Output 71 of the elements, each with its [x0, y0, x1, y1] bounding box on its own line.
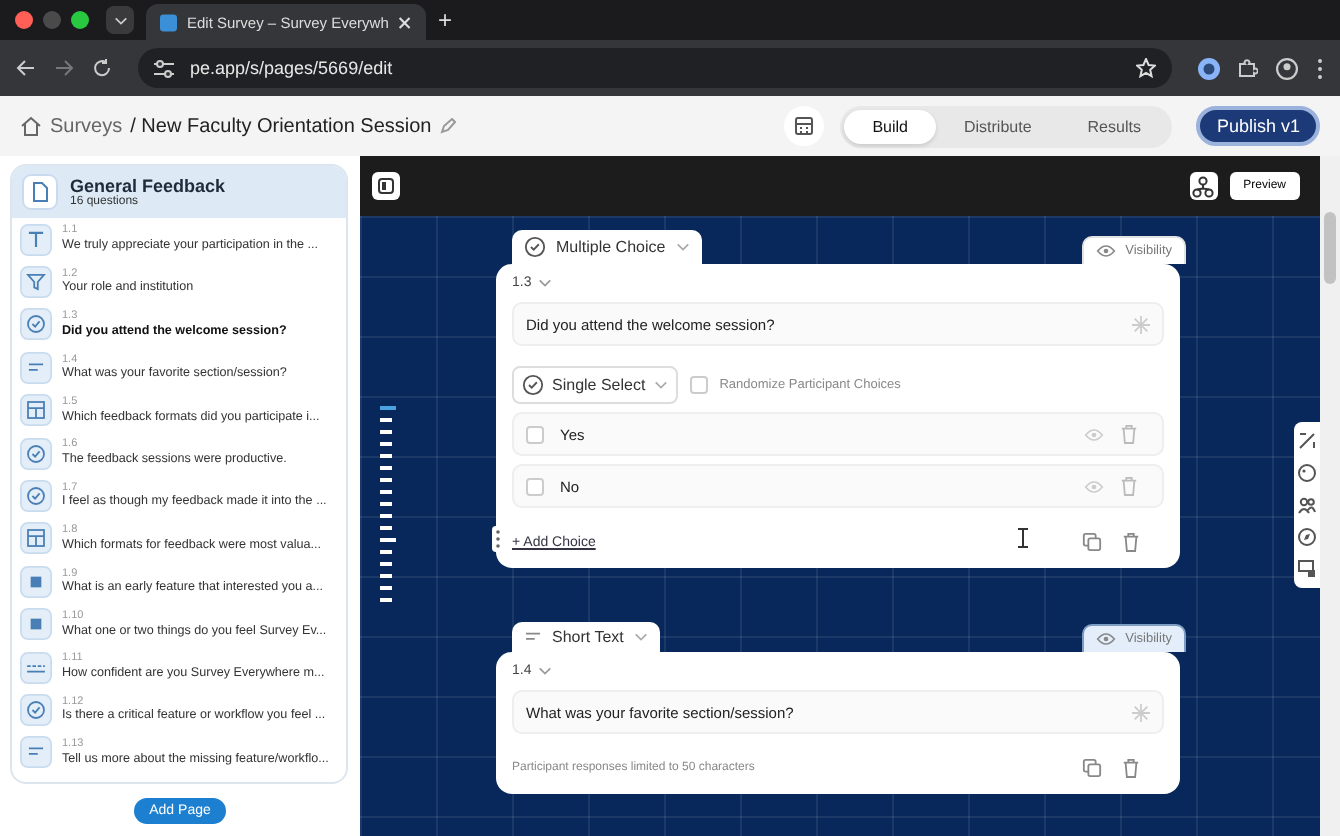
reload-icon[interactable]	[92, 58, 112, 78]
checkbox[interactable]	[526, 425, 544, 443]
caret-icon	[675, 242, 690, 252]
profile-icon[interactable]	[1276, 57, 1298, 79]
window-controls-drawing[interactable]	[14, 10, 94, 30]
lines-icon	[20, 736, 52, 769]
address-bar[interactable]: pe.app/s/pages/5669/edit	[138, 48, 1172, 88]
new-tab-button[interactable]: +	[438, 6, 453, 34]
home-icon[interactable]	[20, 116, 42, 136]
page-title: General Feedback	[70, 176, 226, 196]
lines-icon	[20, 351, 52, 384]
tab-menu-button[interactable]	[106, 6, 134, 34]
url-text: pe.app/s/pages/5669/edit	[190, 58, 395, 78]
back-icon[interactable]	[16, 58, 36, 78]
eye-icon	[1084, 479, 1104, 493]
question-minimap-drawing[interactable]	[380, 406, 396, 606]
select-mode-dropdown[interactable]: Single Select	[512, 366, 678, 404]
square-icon	[20, 565, 52, 598]
eye-icon	[1095, 244, 1116, 258]
flow-button[interactable]	[1189, 172, 1218, 200]
close-icon[interactable]	[398, 15, 412, 29]
scale-icon	[20, 651, 52, 684]
favicon-icon	[160, 13, 177, 31]
drag-handle-icon[interactable]	[492, 526, 504, 552]
copy-icon[interactable]	[1082, 758, 1102, 778]
scrollbar[interactable]	[1320, 156, 1340, 836]
site-settings-icon[interactable]	[154, 59, 174, 77]
panel-toggle-button[interactable]	[372, 172, 400, 200]
breadcrumb-link[interactable]: Surveys	[50, 115, 123, 137]
square-icon	[20, 608, 52, 641]
view-tab[interactable]: Results	[1059, 109, 1169, 143]
caret-icon	[653, 380, 668, 390]
caret-icon	[633, 632, 648, 642]
view-tab[interactable]: Build	[844, 109, 936, 143]
lines-icon	[524, 630, 542, 644]
screen-icon[interactable]	[1298, 560, 1316, 578]
filter-icon	[20, 266, 52, 299]
calculator-button[interactable]	[784, 106, 825, 146]
grid-icon	[20, 522, 52, 555]
puzzle-icon[interactable]	[1238, 58, 1258, 78]
page-title: / New Faculty Orientation Session	[130, 115, 432, 137]
eye-icon	[1084, 427, 1104, 441]
caret-icon	[537, 278, 552, 288]
question-type-dropdown[interactable]: Short Text	[512, 622, 660, 652]
panel-icon	[378, 178, 394, 194]
check-circle-icon	[522, 374, 544, 396]
publish-button[interactable]: Publish v1	[1196, 106, 1320, 146]
copy-icon[interactable]	[1082, 532, 1102, 552]
forward-icon[interactable]	[54, 58, 74, 78]
star-icon[interactable]	[1136, 58, 1156, 78]
checkbox[interactable]	[689, 376, 708, 394]
question-type-dropdown[interactable]: Multiple Choice	[512, 230, 702, 264]
more-icon[interactable]	[1316, 57, 1324, 79]
trash-icon[interactable]	[1122, 532, 1140, 552]
grid-icon	[20, 394, 52, 427]
view-tab[interactable]: Distribute	[935, 109, 1060, 143]
trash-icon[interactable]	[1122, 758, 1140, 778]
caret-icon	[537, 666, 552, 676]
people-icon[interactable]	[1298, 496, 1316, 514]
calculator-icon	[794, 116, 815, 136]
eye-icon	[1095, 632, 1116, 646]
pencil-icon[interactable]	[439, 118, 456, 134]
checkbox[interactable]	[526, 477, 544, 495]
text-icon	[20, 223, 52, 256]
text-cursor-icon	[1018, 528, 1028, 548]
flow-icon	[1192, 175, 1215, 197]
compass-icon[interactable]	[1298, 528, 1316, 546]
caret-icon	[113, 15, 127, 25]
check-circle-icon	[524, 236, 546, 258]
document-icon	[22, 174, 58, 210]
extension-icon[interactable]	[1198, 57, 1220, 79]
